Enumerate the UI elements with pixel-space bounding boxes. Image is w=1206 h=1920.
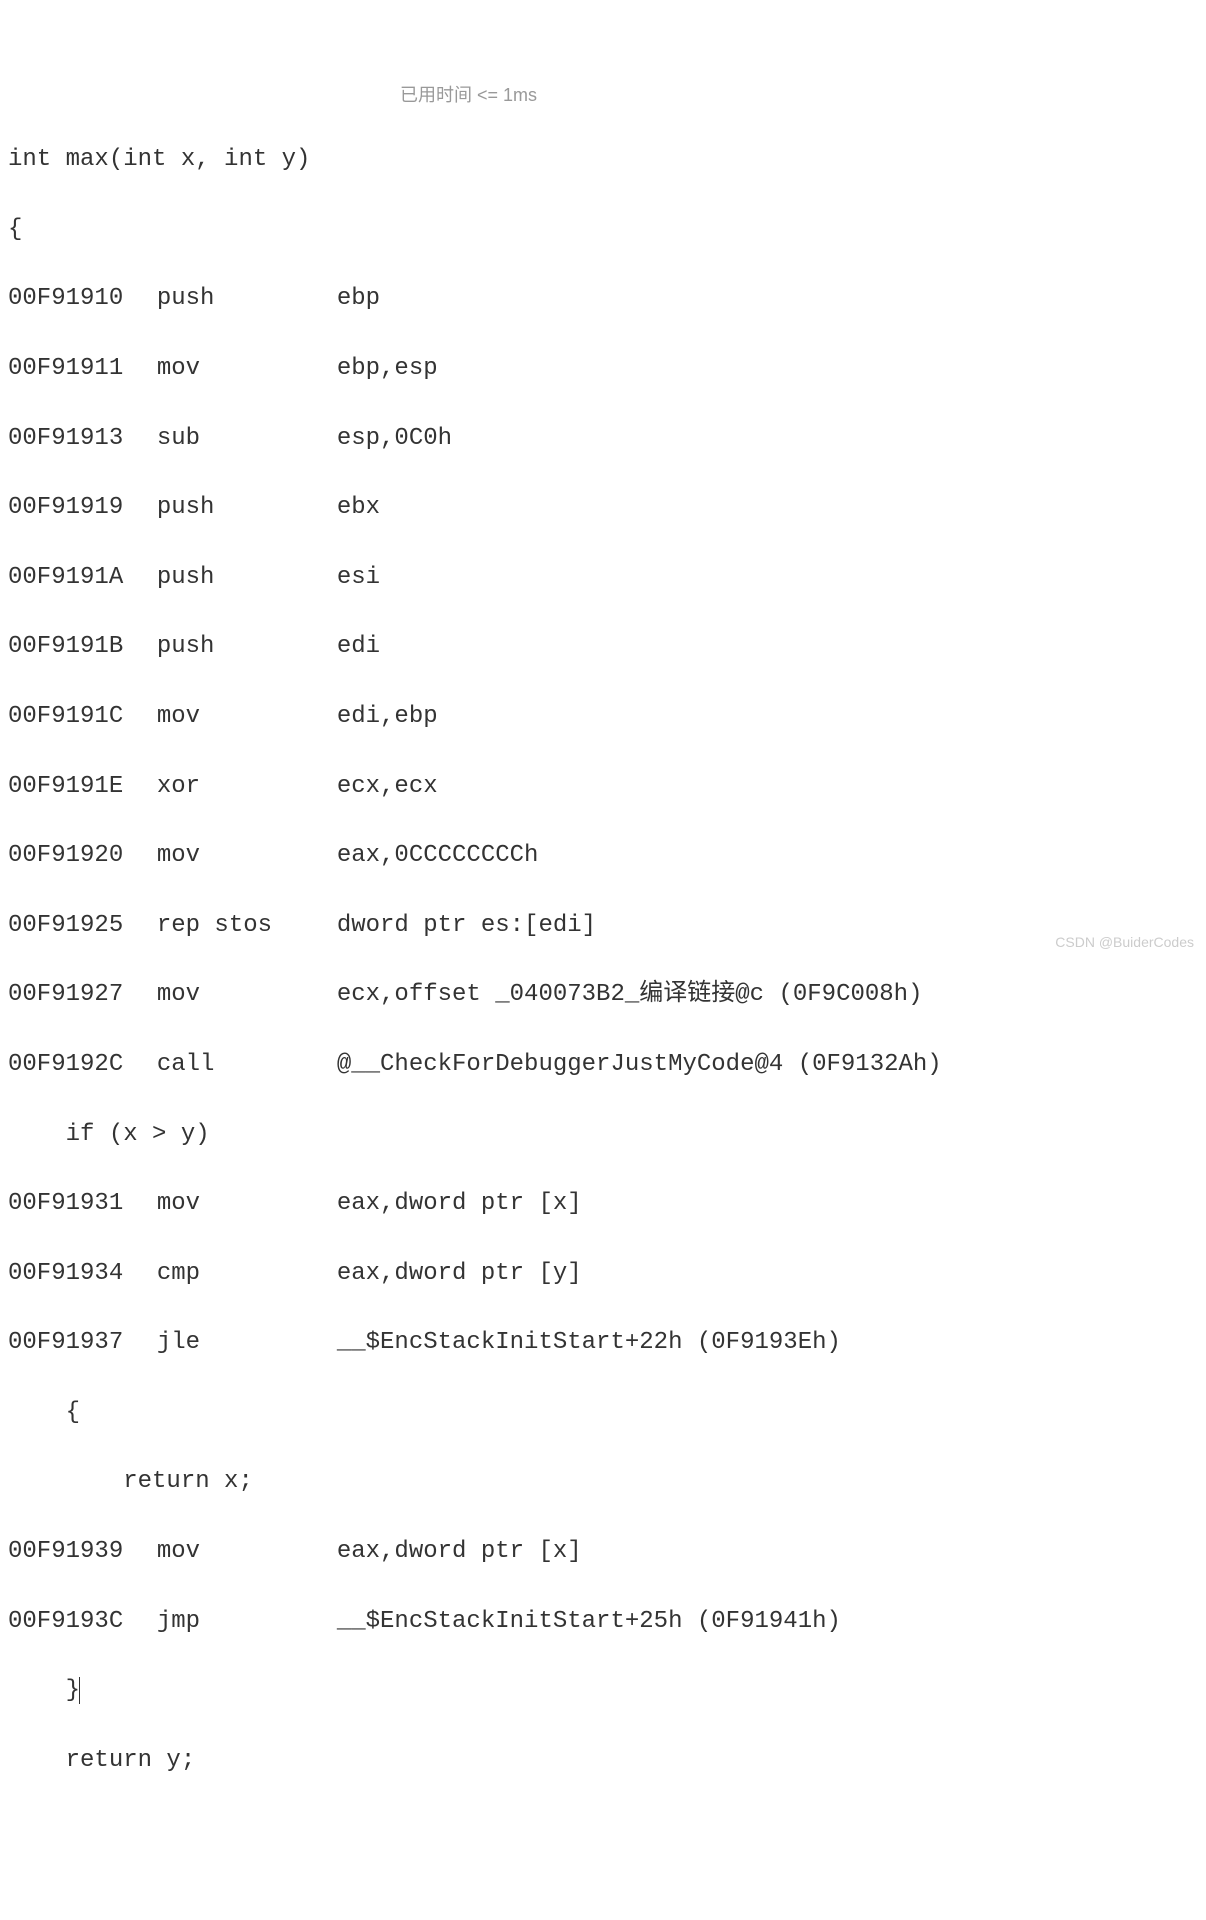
asm-address: 00F91931 (8, 1187, 128, 1222)
asm-line: 00F91911 movebp,esp (8, 352, 1198, 387)
timing-hint: 已用时间 <= 1ms (400, 82, 537, 108)
asm-line: 00F91919 pushebx (8, 491, 1198, 526)
asm-operand: __$EncStackInitStart+22h (0F9193Eh) (337, 1329, 870, 1356)
asm-operand: ecx,ecx (337, 773, 467, 800)
asm-address: 00F9191B (8, 630, 128, 665)
source-inner-close: } (8, 1674, 1198, 1709)
asm-operand: ebp,esp (337, 355, 467, 382)
asm-instruction: mov (157, 700, 337, 735)
asm-line: 00F91925 rep stosdword ptr es:[edi] (8, 909, 1198, 944)
asm-instruction: mov (157, 978, 337, 1013)
asm-instruction: jle (157, 1326, 337, 1361)
asm-line: 00F9191B pushedi (8, 630, 1198, 665)
asm-operand: eax,0CCCCCCCCh (337, 842, 567, 869)
asm-address: 00F91920 (8, 839, 128, 874)
source-inner-open: { (8, 1396, 1198, 1431)
asm-operand: eax,dword ptr [x] (337, 1538, 611, 1565)
asm-instruction: push (157, 630, 337, 665)
asm-instruction: cmp (157, 1257, 337, 1292)
asm-operand: esp,0C0h (337, 425, 481, 452)
source-signature: int max(int x, int y) (8, 143, 1198, 178)
asm-line: 00F91910 pushebp (8, 282, 1198, 317)
asm-line: 00F9192C call@__CheckForDebuggerJustMyCo… (8, 1048, 1198, 1083)
asm-instruction: mov (157, 1535, 337, 1570)
asm-address: 00F91927 (8, 978, 128, 1013)
asm-address: 00F9192C (8, 1048, 128, 1083)
watermark: CSDN @BuiderCodes (1055, 932, 1194, 952)
asm-instruction: sub (157, 422, 337, 457)
asm-line: 00F91913 subesp,0C0h (8, 422, 1198, 457)
asm-address: 00F91925 (8, 909, 128, 944)
asm-operand: edi,ebp (337, 703, 467, 730)
asm-address: 00F91934 (8, 1257, 128, 1292)
asm-line: 00F9191C movedi,ebp (8, 700, 1198, 735)
asm-line: 00F91931 moveax,dword ptr [x] (8, 1187, 1198, 1222)
asm-address: 00F91911 (8, 352, 128, 387)
text-cursor (79, 1677, 80, 1704)
asm-address: 00F9191A (8, 561, 128, 596)
asm-line: 00F9193C jmp__$EncStackInitStart+25h (0F… (8, 1605, 1198, 1640)
asm-instruction: xor (157, 770, 337, 805)
asm-line: 00F9191E xorecx,ecx (8, 770, 1198, 805)
inner-close-text: } (8, 1677, 80, 1704)
asm-instruction: push (157, 491, 337, 526)
source-return-y: return y; (8, 1744, 1198, 1779)
asm-address: 00F91919 (8, 491, 128, 526)
asm-operand: __$EncStackInitStart+25h (0F91941h) (337, 1608, 870, 1635)
asm-operand: dword ptr es:[edi] (337, 912, 625, 939)
asm-instruction: mov (157, 1187, 337, 1222)
asm-instruction: rep stos (157, 909, 337, 944)
asm-operand: ecx,offset _040073B2_编译链接@c (0F9C008h) (337, 981, 951, 1008)
asm-operand: edi (337, 633, 409, 660)
asm-operand: eax,dword ptr [y] (337, 1260, 611, 1287)
asm-address: 00F91913 (8, 422, 128, 457)
asm-instruction: call (157, 1048, 337, 1083)
asm-line: 00F91927 movecx,offset _040073B2_编译链接@c … (8, 978, 1198, 1013)
asm-operand: eax,dword ptr [x] (337, 1190, 611, 1217)
source-open-brace: { (8, 213, 1198, 248)
asm-instruction: mov (157, 839, 337, 874)
asm-line: 00F91920 moveax,0CCCCCCCCh (8, 839, 1198, 874)
asm-address: 00F9193C (8, 1605, 128, 1640)
asm-address: 00F9191E (8, 770, 128, 805)
asm-address: 00F91939 (8, 1535, 128, 1570)
source-return-x: return x; (8, 1465, 1198, 1500)
asm-instruction: push (157, 561, 337, 596)
asm-instruction: jmp (157, 1605, 337, 1640)
asm-operand: esi (337, 564, 409, 591)
asm-operand: ebp (337, 285, 409, 312)
asm-operand: ebx (337, 494, 409, 521)
asm-operand: @__CheckForDebuggerJustMyCode@4 (0F9132A… (337, 1051, 971, 1078)
asm-address: 00F91910 (8, 282, 128, 317)
asm-address: 00F91937 (8, 1326, 128, 1361)
asm-line: 00F91939 moveax,dword ptr [x] (8, 1535, 1198, 1570)
asm-instruction: push (157, 282, 337, 317)
asm-line: 00F91934 cmpeax,dword ptr [y] (8, 1257, 1198, 1292)
source-if: if (x > y) (8, 1118, 1198, 1153)
asm-instruction: mov (157, 352, 337, 387)
asm-line: 00F9191A pushesi (8, 561, 1198, 596)
asm-address: 00F9191C (8, 700, 128, 735)
asm-line: 00F91937 jle__$EncStackInitStart+22h (0F… (8, 1326, 1198, 1361)
